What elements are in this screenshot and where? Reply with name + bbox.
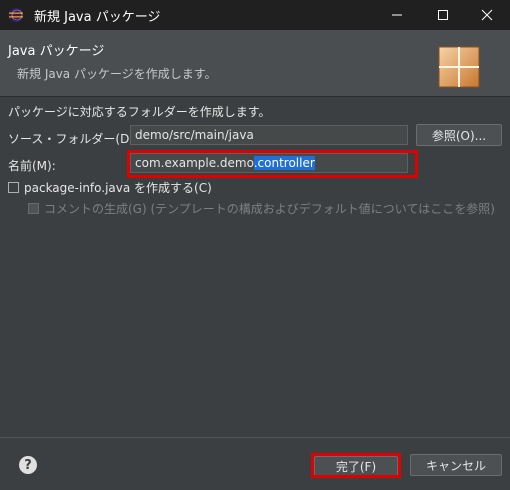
close-button[interactable]	[464, 0, 510, 30]
generate-comment-label: コメントの生成(G) (テンプレートの構成およびデフォルト値についてはここを参照…	[44, 202, 495, 216]
package-info-checkbox-row[interactable]: package-info.java を作成する(C)	[8, 179, 212, 196]
minimize-icon	[392, 14, 402, 16]
package-info-label: package-info.java を作成する(C)	[24, 181, 212, 195]
eclipse-icon	[8, 7, 24, 23]
source-folder-label: ソース・フォルダー(D):	[8, 132, 139, 146]
window-title: 新規 Java パッケージ	[34, 9, 161, 25]
wizard-description: 新規 Java パッケージを作成します。	[17, 67, 217, 81]
finish-button-highlight	[311, 453, 401, 478]
package-wizard-icon	[438, 46, 480, 88]
maximize-button[interactable]	[420, 0, 466, 30]
minimize-button[interactable]	[374, 0, 420, 30]
close-icon	[481, 9, 493, 21]
header-separator	[0, 96, 510, 97]
source-folder-input[interactable]: demo/src/main/java	[130, 125, 408, 145]
generate-comment-checkbox	[28, 203, 39, 214]
wizard-header: Java パッケージ 新規 Java パッケージを作成します。	[0, 30, 510, 96]
cancel-button[interactable]: キャンセル	[410, 454, 502, 476]
body-description: パッケージに対応するフォルダーを作成します。	[8, 105, 271, 119]
title-bar: 新規 Java パッケージ	[0, 0, 510, 30]
browse-button[interactable]: 参照(O)...	[416, 124, 502, 146]
name-label: 名前(M):	[8, 159, 56, 173]
name-field-highlight	[127, 150, 418, 178]
wizard-title: Java パッケージ	[8, 44, 105, 59]
package-info-checkbox[interactable]	[8, 182, 19, 193]
maximize-icon	[438, 10, 448, 20]
help-icon[interactable]: ?	[19, 456, 37, 474]
generate-comment-checkbox-row: コメントの生成(G) (テンプレートの構成およびデフォルト値についてはここを参照…	[28, 200, 495, 217]
